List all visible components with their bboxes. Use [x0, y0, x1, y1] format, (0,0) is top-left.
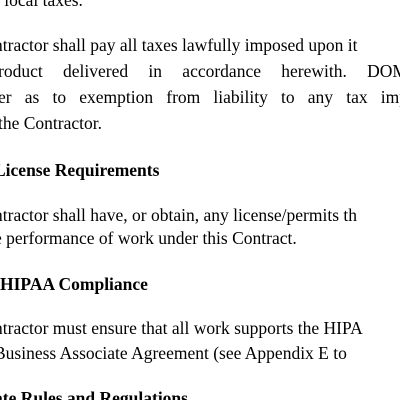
- word: DOM: [367, 61, 400, 81]
- hipaa-paragraph-line-1: ntractor must ensure that all work suppo…: [0, 318, 363, 338]
- text-line-local-taxes: r local taxes.: [0, 0, 83, 10]
- taxes-paragraph-line-1: ntractor shall pay all taxes lawfully im…: [0, 35, 358, 55]
- word: exemption: [79, 87, 154, 107]
- license-paragraph-line-1: ntractor shall have, or obtain, any lice…: [0, 205, 358, 225]
- word: as: [24, 87, 40, 107]
- taxes-paragraph-line-4: the Contractor.: [0, 113, 103, 133]
- word: tax: [346, 87, 368, 107]
- taxes-paragraph-line-2: roduct delivered in accordance herewith.…: [0, 61, 400, 81]
- word: any: [307, 87, 334, 107]
- license-paragraph-line-2: e performance of work under this Contrac…: [0, 228, 297, 248]
- word: accordance: [182, 61, 261, 81]
- taxes-paragraph-line-3: er as to exemption from liability to any…: [0, 87, 400, 107]
- section-heading-license: License Requirements: [0, 160, 160, 180]
- word: herewith.: [281, 61, 347, 81]
- section-heading-rules: ate Rules and Regulations: [0, 388, 188, 400]
- hipaa-paragraph-line-2: Business Associate Agreement (see Append…: [0, 343, 347, 363]
- word: to: [281, 87, 295, 107]
- section-heading-hipaa: HIPAA Compliance: [0, 274, 148, 294]
- word: in: [148, 61, 163, 81]
- document-page: r local taxes. ntractor shall pay all ta…: [0, 0, 400, 400]
- word: liability: [213, 87, 268, 107]
- word: from: [166, 87, 201, 107]
- word: imp: [380, 87, 400, 107]
- word: roduct: [0, 61, 43, 81]
- word: er: [0, 87, 12, 107]
- word: delivered: [63, 61, 129, 81]
- word: to: [52, 87, 67, 107]
